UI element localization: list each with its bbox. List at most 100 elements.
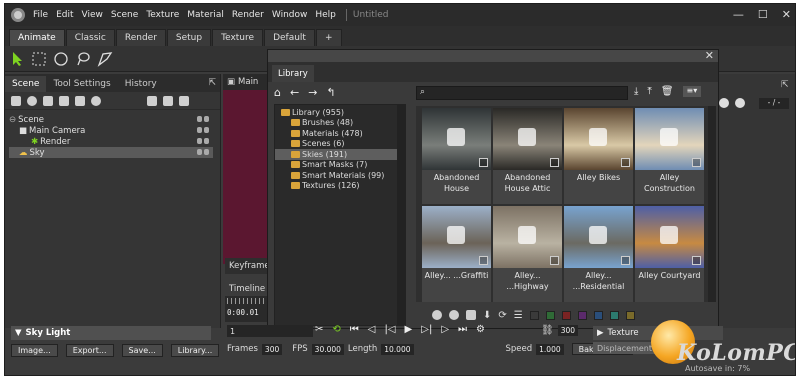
viewport-tab[interactable]: ▣ Main: [223, 74, 271, 90]
view-options-icon[interactable]: ≡▾: [682, 86, 702, 97]
tab-tool-settings[interactable]: Tool Settings: [46, 76, 117, 92]
tree-item-brushes[interactable]: Brushes (48): [281, 118, 405, 129]
select-checkbox[interactable]: [692, 256, 701, 265]
color-filter-swatch[interactable]: [609, 310, 619, 320]
visibility-icon[interactable]: [197, 149, 209, 156]
tree-item-library[interactable]: Library (955): [281, 107, 405, 118]
material-ball-icon[interactable]: [91, 95, 101, 106]
loop-icon[interactable]: ⟲: [332, 324, 340, 335]
library-tile[interactable]: Alley Construction: [635, 108, 704, 204]
library-tile[interactable]: Alley... ...Graffiti: [422, 206, 491, 302]
close-icon[interactable]: ✕: [782, 8, 791, 21]
visibility-icon[interactable]: [197, 138, 209, 145]
select-checkbox[interactable]: [692, 158, 701, 167]
library-tile[interactable]: Alley Courtyard: [635, 206, 704, 302]
lasso-icon[interactable]: [75, 51, 91, 67]
home-icon[interactable]: ⌂: [274, 86, 281, 99]
tree-item-smart-materials[interactable]: Smart Materials (99): [281, 170, 405, 181]
color-filter-swatch[interactable]: [577, 310, 587, 320]
tree-item-materials[interactable]: Materials (478): [281, 128, 405, 139]
tree-item-scenes[interactable]: Scenes (6): [281, 139, 405, 150]
tab-render[interactable]: Render: [115, 29, 166, 46]
sky-light-header[interactable]: ▼ Sky Light: [11, 326, 211, 340]
tree-item-render[interactable]: ✱ Render: [9, 136, 213, 147]
prev-key-icon[interactable]: ◁: [368, 324, 376, 335]
library-tile[interactable]: Abandoned House Attic: [493, 108, 562, 204]
tree-item-textures[interactable]: Textures (126): [281, 181, 405, 192]
folder-icon[interactable]: [147, 95, 157, 106]
tree-item-sky[interactable]: ☁ Sky: [9, 147, 213, 158]
library-button[interactable]: Library...: [170, 344, 220, 357]
tab-setup[interactable]: Setup: [166, 29, 212, 46]
tab-library[interactable]: Library: [272, 65, 314, 82]
end-frame-field[interactable]: 300: [557, 325, 579, 336]
tab-history[interactable]: History: [118, 76, 164, 92]
save-button[interactable]: Save...: [121, 344, 163, 357]
color-filter-swatch[interactable]: [545, 310, 555, 320]
grid-scrollbar[interactable]: [708, 106, 716, 302]
material-ball-icon[interactable]: [432, 310, 442, 320]
tree-item-smart-masks[interactable]: Smart Masks (7): [281, 160, 405, 171]
tab-classic[interactable]: Classic: [65, 29, 115, 46]
shape-icon[interactable]: [75, 95, 85, 106]
viewport[interactable]: [223, 74, 273, 264]
tree-item-scene[interactable]: ⊖ Scene: [9, 114, 213, 125]
refresh-icon[interactable]: ⟳: [498, 310, 506, 321]
frames-field[interactable]: 300: [261, 343, 283, 355]
add-tab-button[interactable]: +: [315, 29, 342, 46]
scissors-icon[interactable]: ✂: [315, 324, 323, 335]
download-icon[interactable]: [660, 226, 678, 244]
download-arrow-icon[interactable]: ⬇: [483, 310, 491, 321]
tab-default[interactable]: Default: [264, 29, 315, 46]
download-icon[interactable]: [447, 226, 465, 244]
tree-scrollbar[interactable]: [397, 105, 405, 325]
menu-scene[interactable]: Scene: [111, 10, 138, 20]
menu-material[interactable]: Material: [187, 10, 224, 20]
tab-scene[interactable]: Scene: [5, 76, 47, 92]
first-frame-icon[interactable]: ⏮: [350, 324, 359, 335]
tab-animate[interactable]: Animate: [9, 29, 65, 46]
menu-help[interactable]: Help: [315, 10, 336, 20]
zoom-field[interactable]: - / -: [759, 98, 789, 109]
record-circle-icon[interactable]: [735, 98, 745, 108]
color-filter-swatch[interactable]: [561, 310, 571, 320]
next-frame-icon[interactable]: ▷|: [421, 324, 432, 335]
light-icon[interactable]: [27, 95, 37, 106]
select-checkbox[interactable]: [479, 158, 488, 167]
download-icon[interactable]: [518, 128, 536, 146]
minimize-icon[interactable]: —: [733, 8, 744, 21]
trash-icon[interactable]: [179, 95, 189, 106]
person-icon[interactable]: [449, 310, 459, 320]
download-icon[interactable]: [447, 128, 465, 146]
library-tile[interactable]: Alley... ...Residential: [564, 206, 633, 302]
trash-icon[interactable]: 🗑: [661, 86, 674, 97]
monitor-icon[interactable]: [466, 310, 476, 320]
play-circle-icon[interactable]: [719, 98, 729, 108]
settings-icon[interactable]: ⚙: [476, 324, 485, 335]
library-tile[interactable]: Alley Bikes: [564, 108, 633, 204]
popout-icon[interactable]: ⇱: [208, 78, 216, 88]
camera-icon[interactable]: [43, 95, 53, 106]
download-icon[interactable]: [518, 226, 536, 244]
select-arrow-icon[interactable]: [11, 51, 25, 67]
library-search-input[interactable]: ⌕: [416, 86, 628, 100]
tree-item-main-camera[interactable]: ■ Main Camera: [9, 125, 213, 136]
speed-field[interactable]: 1.000: [536, 343, 564, 355]
tab-keyframe[interactable]: Keyframe: [225, 258, 273, 274]
color-filter-swatch[interactable]: [593, 310, 603, 320]
tab-timeline[interactable]: Timeline: [225, 282, 273, 296]
export-icon[interactable]: ⤒: [647, 86, 651, 97]
visibility-icon[interactable]: [197, 116, 209, 123]
play-icon[interactable]: ▶: [405, 324, 413, 335]
menu-file[interactable]: File: [33, 10, 48, 20]
back-arrow-icon[interactable]: ←: [290, 86, 299, 99]
select-checkbox[interactable]: [550, 158, 559, 167]
group-icon[interactable]: [59, 95, 69, 106]
list-icon[interactable]: ☰: [514, 310, 523, 321]
library-tile[interactable]: Abandoned House: [422, 108, 491, 204]
duplicate-icon[interactable]: [163, 95, 173, 106]
select-checkbox[interactable]: [621, 158, 630, 167]
up-level-icon[interactable]: ↰: [326, 86, 335, 99]
color-filter-swatch[interactable]: [625, 310, 635, 320]
select-checkbox[interactable]: [621, 256, 630, 265]
